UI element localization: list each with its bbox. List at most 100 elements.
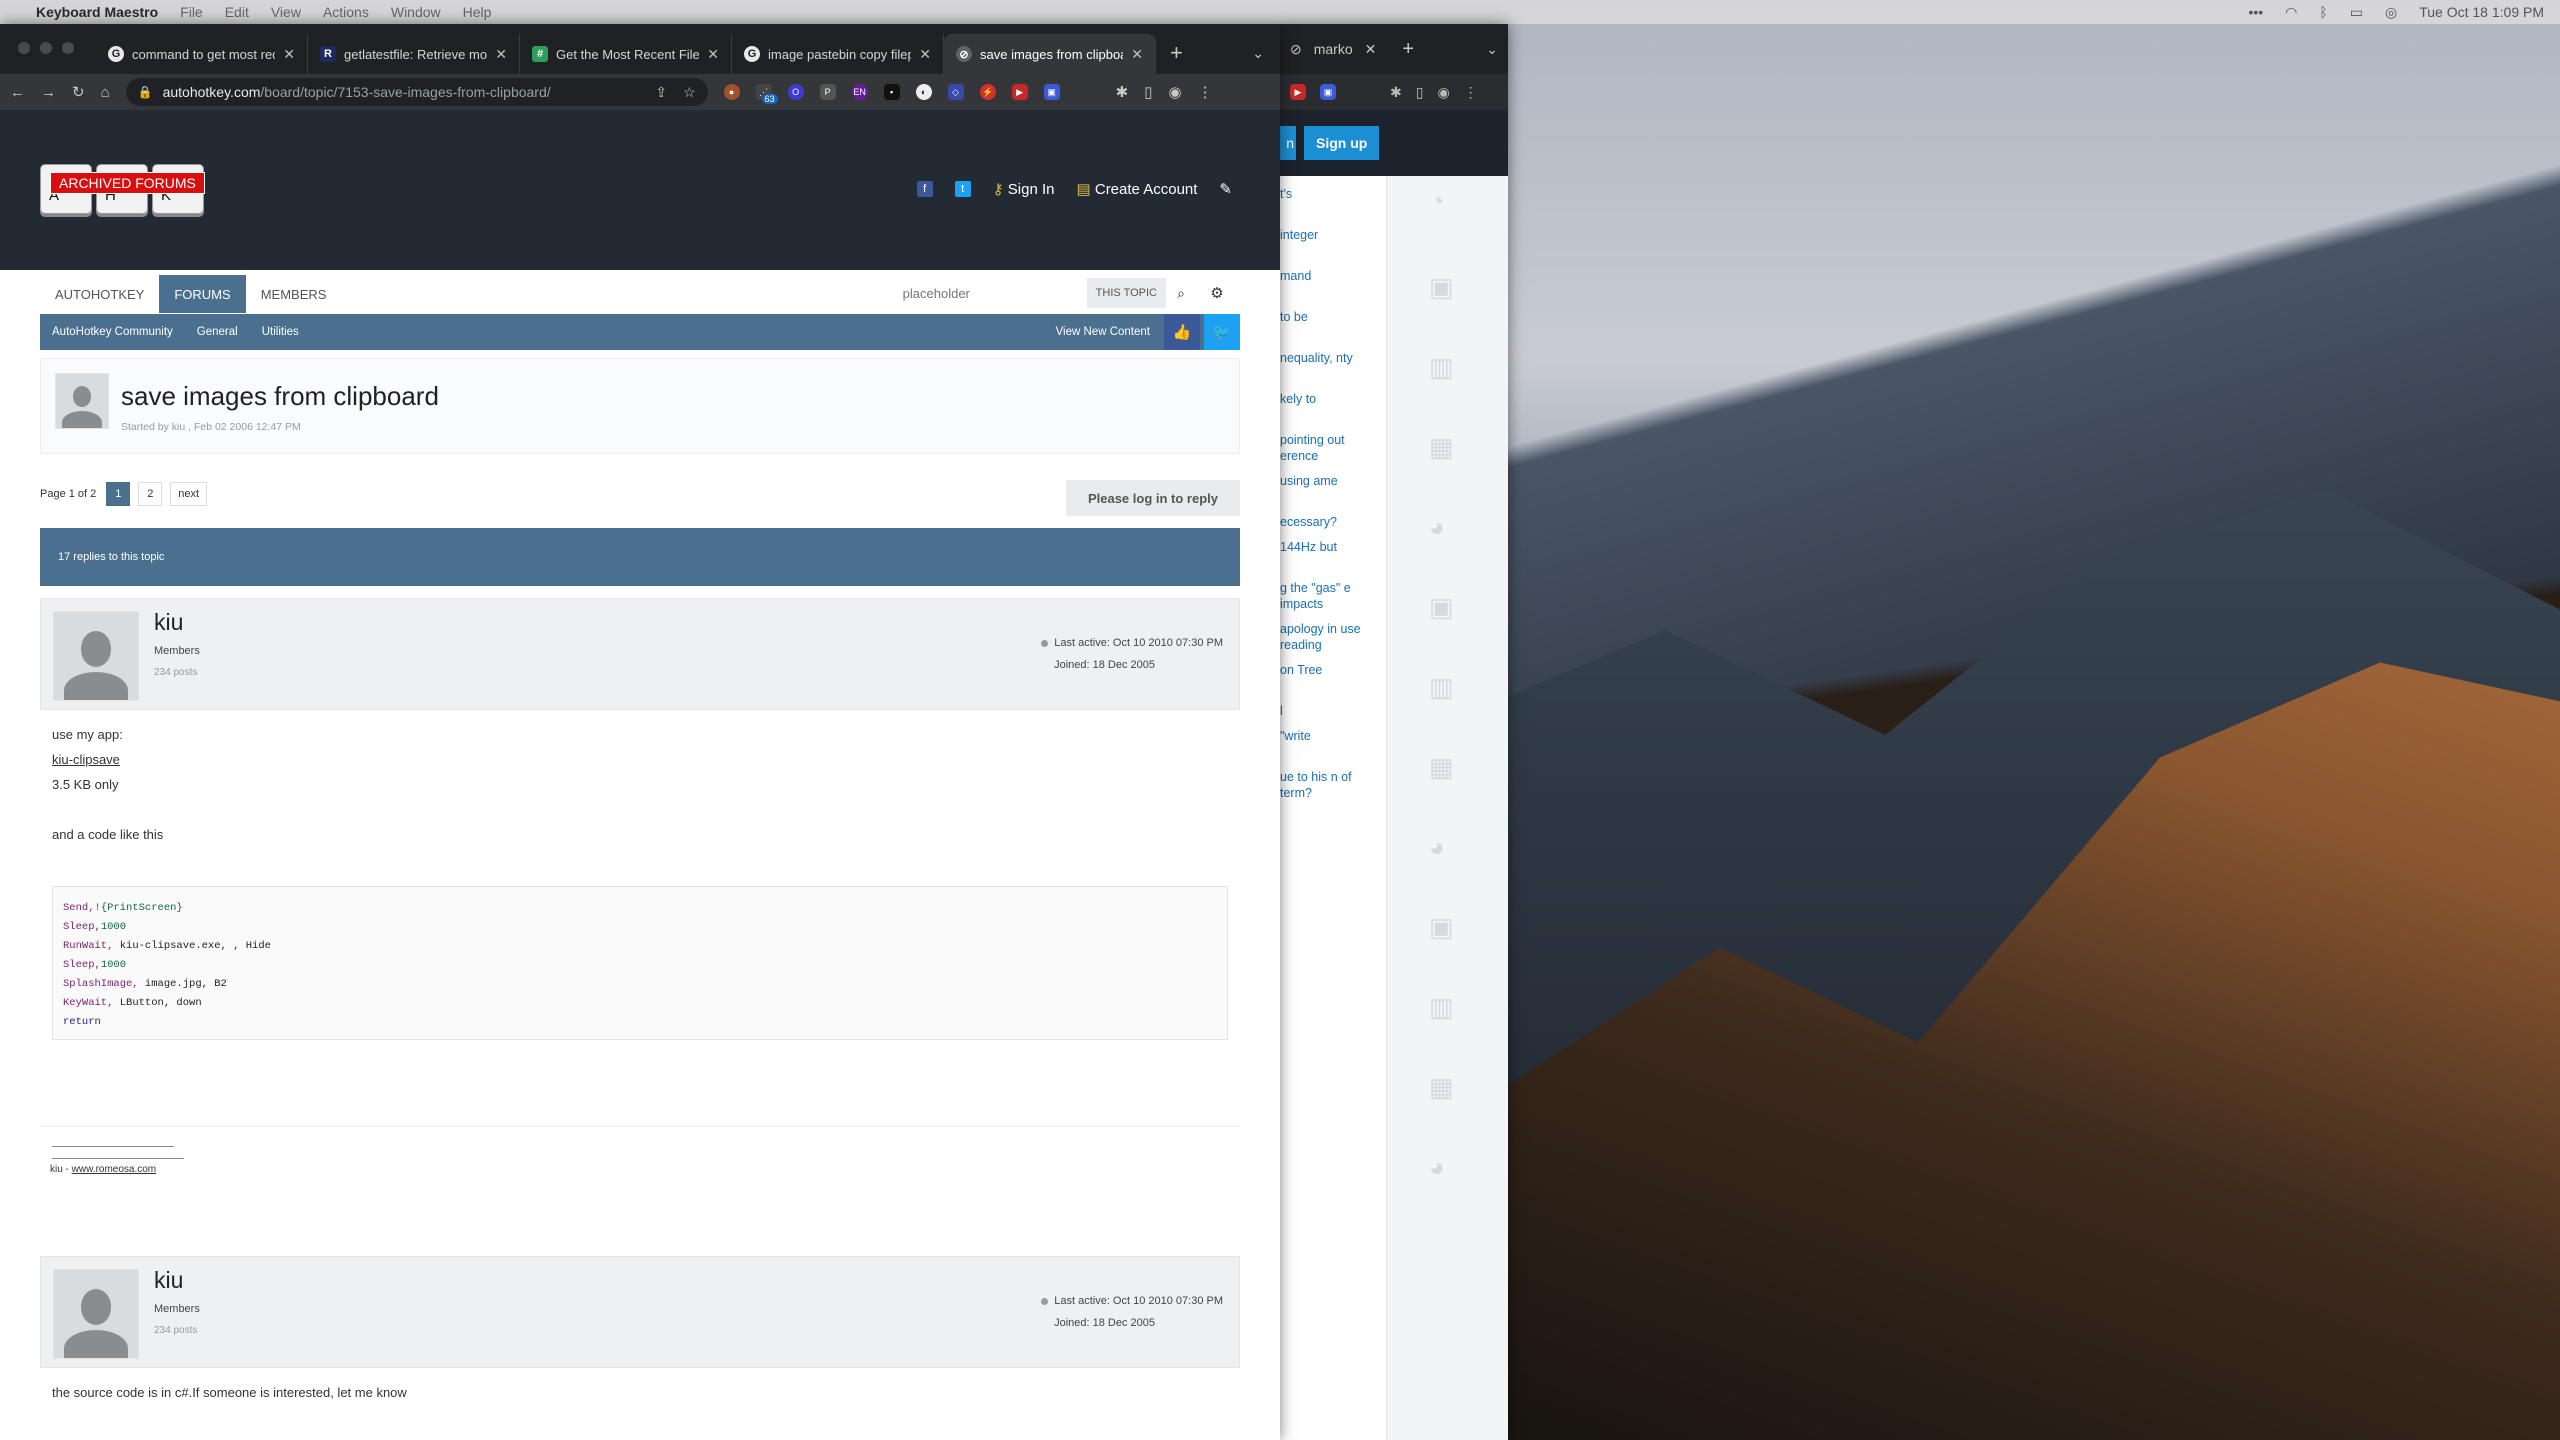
- tab-search-chevron-icon[interactable]: ⌄: [1236, 45, 1280, 74]
- list-item[interactable]: pointing out erence: [1280, 432, 1386, 464]
- search-input[interactable]: [896, 278, 1087, 308]
- address-bar[interactable]: 🔒 autohotkey.com/board/topic/7153-save-i…: [125, 78, 708, 106]
- avatar[interactable]: [53, 611, 139, 701]
- list-item[interactable]: kely to: [1280, 391, 1386, 407]
- list-item[interactable]: apology in use reading: [1280, 621, 1386, 653]
- ahk-logo[interactable]: A H K ARCHIVED FORUMS: [40, 164, 205, 214]
- next-page-button[interactable]: next: [170, 482, 208, 506]
- wifi-icon[interactable]: ◠: [2285, 4, 2297, 21]
- list-item[interactable]: on Tree: [1280, 662, 1386, 678]
- list-item[interactable]: using ame: [1280, 473, 1386, 505]
- login-button[interactable]: n: [1280, 126, 1296, 160]
- close-icon[interactable]: ✕: [495, 46, 507, 63]
- bluetooth-icon[interactable]: ᛒ: [2319, 4, 2327, 20]
- list-item[interactable]: l: [1280, 703, 1386, 719]
- post-username[interactable]: kiu: [154, 609, 183, 636]
- list-item[interactable]: integer: [1280, 227, 1386, 243]
- list-item[interactable]: 144Hz but: [1280, 539, 1386, 555]
- extension-icon[interactable]: P: [819, 84, 836, 100]
- menu-dots-icon[interactable]: ⋮: [1198, 83, 1213, 101]
- twitter-icon[interactable]: t: [954, 181, 971, 197]
- gear-icon[interactable]: ⚙: [1202, 278, 1232, 308]
- extension-icon[interactable]: ▶: [1290, 84, 1306, 100]
- extension-icon[interactable]: ▣: [1320, 84, 1336, 100]
- create-account-link[interactable]: ▤ Create Account: [1077, 180, 1198, 198]
- sidebar-icon[interactable]: ▯: [1144, 83, 1152, 101]
- nav-autohotkey[interactable]: AUTOHOTKEY: [40, 275, 159, 313]
- new-tab-icon[interactable]: +: [1402, 38, 1414, 61]
- nav-members[interactable]: MEMBERS: [246, 275, 342, 313]
- breadcrumb-community[interactable]: AutoHotkey Community: [52, 326, 173, 338]
- extension-icon[interactable]: ⚡: [979, 84, 996, 100]
- extension-icon[interactable]: ●: [723, 84, 740, 100]
- thumbs-up-icon[interactable]: 👍: [1164, 314, 1200, 350]
- puzzle-icon[interactable]: ✱: [1390, 84, 1402, 101]
- avatar[interactable]: [53, 1269, 139, 1359]
- close-icon[interactable]: ✕: [1365, 41, 1377, 58]
- list-item[interactable]: ecessary?: [1280, 514, 1386, 530]
- minimize-window-button[interactable]: [40, 42, 52, 54]
- post-username[interactable]: kiu: [154, 1267, 183, 1294]
- list-item[interactable]: g the "gas" e impacts: [1280, 580, 1386, 612]
- close-icon[interactable]: ✕: [707, 46, 719, 63]
- chevron-down-icon[interactable]: ⌄: [1486, 41, 1498, 58]
- twitter-bird-icon[interactable]: 🐦: [1204, 314, 1240, 350]
- close-window-button[interactable]: [18, 42, 30, 54]
- second-tab-title[interactable]: marko: [1314, 41, 1353, 57]
- menu-file[interactable]: File: [180, 4, 203, 20]
- control-center-icon[interactable]: ◎: [2385, 4, 2397, 21]
- tab-5-active[interactable]: ⊘ save images from clipboa ✕: [944, 34, 1156, 74]
- reload-icon[interactable]: ↻: [72, 83, 85, 101]
- nav-forums[interactable]: FORUMS: [159, 275, 246, 313]
- zoom-window-button[interactable]: [62, 42, 74, 54]
- translate-icon[interactable]: EN: [851, 84, 868, 100]
- menu-actions[interactable]: Actions: [323, 4, 369, 20]
- search-scope[interactable]: THIS TOPIC: [1086, 278, 1166, 308]
- facebook-icon[interactable]: f: [916, 181, 933, 197]
- opera-icon[interactable]: O: [787, 84, 804, 100]
- extension-icon[interactable]: ◐: [915, 84, 932, 100]
- more-icon[interactable]: •••: [2248, 4, 2263, 20]
- extension-icon[interactable]: ▣: [1043, 84, 1060, 100]
- search-icon[interactable]: ⌕: [1166, 278, 1196, 308]
- breadcrumb-utilities[interactable]: Utilities: [262, 326, 299, 338]
- menu-help[interactable]: Help: [463, 4, 492, 20]
- menu-app-name[interactable]: Keyboard Maestro: [36, 4, 158, 20]
- tab-1[interactable]: G command to get most rec ✕: [96, 34, 308, 74]
- home-icon[interactable]: ⌂: [101, 84, 110, 101]
- kiu-clipsave-link[interactable]: kiu-clipsave: [52, 752, 120, 767]
- share-icon[interactable]: ⇪: [655, 84, 667, 101]
- close-icon[interactable]: ✕: [1131, 46, 1143, 63]
- menu-dots-icon[interactable]: ⋮: [1464, 84, 1478, 101]
- youtube-icon[interactable]: ▶: [1011, 84, 1028, 100]
- forward-icon[interactable]: →: [41, 84, 56, 101]
- page-1-button[interactable]: 1: [106, 482, 131, 506]
- profile-icon[interactable]: ◉: [1437, 84, 1449, 101]
- extension-badge-icon[interactable]: ⋰ 63: [755, 84, 778, 104]
- breadcrumb-general[interactable]: General: [197, 326, 238, 338]
- menu-view[interactable]: View: [271, 4, 301, 20]
- avatar[interactable]: [55, 373, 109, 429]
- puzzle-icon[interactable]: ✱: [1116, 83, 1129, 101]
- list-item[interactable]: to be: [1280, 309, 1386, 325]
- signature-link[interactable]: www.romeosa.com: [72, 1164, 156, 1175]
- menu-clock[interactable]: Tue Oct 18 1:09 PM: [2419, 4, 2544, 20]
- tab-2[interactable]: R getlatestfile: Retrieve mo ✕: [308, 34, 520, 74]
- new-tab-icon[interactable]: +: [1156, 40, 1197, 74]
- extension-icon[interactable]: ◇: [947, 84, 964, 100]
- profile-icon[interactable]: ◉: [1168, 83, 1181, 101]
- tab-3[interactable]: # Get the Most Recent File ✕: [520, 34, 732, 74]
- close-icon[interactable]: ✕: [283, 46, 295, 63]
- list-item[interactable]: mand: [1280, 268, 1386, 284]
- sidebar-icon[interactable]: ▯: [1416, 84, 1424, 101]
- menu-window[interactable]: Window: [391, 4, 441, 20]
- list-item[interactable]: ue to his n of term?: [1280, 769, 1386, 801]
- page-2-button[interactable]: 2: [138, 482, 163, 506]
- close-icon[interactable]: ✕: [919, 46, 931, 63]
- tab-4[interactable]: G image pastebin copy filep ✕: [732, 34, 944, 74]
- signup-button[interactable]: Sign up: [1304, 126, 1380, 160]
- code-block[interactable]: Send,!{PrintScreen} Sleep,1000 RunWait, …: [52, 886, 1228, 1040]
- list-item[interactable]: "write: [1280, 728, 1386, 744]
- view-new-content-link[interactable]: View New Content: [1056, 326, 1150, 338]
- lock-extension-icon[interactable]: ▪: [883, 84, 900, 100]
